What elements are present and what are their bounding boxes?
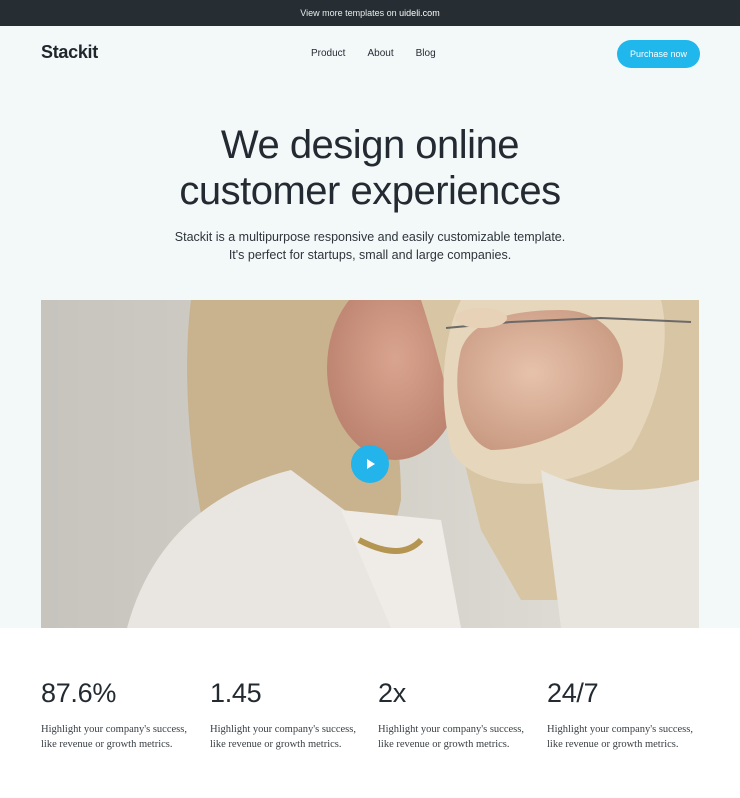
logo[interactable]: Stackit xyxy=(41,42,98,63)
nav-menu: Product About Blog xyxy=(311,48,436,59)
stat-item: 24/7 Highlight your company's success, l… xyxy=(547,678,707,752)
stat-description-line-2: like revenue or growth metrics. xyxy=(210,738,342,750)
hero-subtitle-line-2: It's perfect for startups, small and lar… xyxy=(228,248,512,262)
stat-description-line-1: Highlight your company's success, xyxy=(378,724,524,735)
stat-description: Highlight your company's success, like r… xyxy=(378,723,538,752)
announcement-link[interactable]: uideli.com xyxy=(399,8,440,18)
stat-item: 2x Highlight your company's success, lik… xyxy=(378,678,538,752)
stat-description-line-2: like revenue or growth metrics. xyxy=(378,738,510,750)
nav-item-product[interactable]: Product xyxy=(311,48,345,59)
play-icon[interactable] xyxy=(351,445,389,483)
stat-description: Highlight your company's success, like r… xyxy=(210,723,370,752)
stat-value: 2x xyxy=(378,678,406,708)
announcement-bar: View more templates on uideli.com xyxy=(0,0,740,26)
announcement-text: View more templates on xyxy=(300,8,400,18)
stats-section: 87.6% Highlight your company's success, … xyxy=(0,628,740,798)
hero-subtitle: Stackit is a multipurpose responsive and… xyxy=(0,228,740,264)
stat-description-line-1: Highlight your company's success, xyxy=(547,724,693,735)
nav-item-about[interactable]: About xyxy=(367,48,393,59)
stat-description-line-1: Highlight your company's success, xyxy=(210,724,356,735)
stat-item: 87.6% Highlight your company's success, … xyxy=(41,678,201,752)
nav-item-blog[interactable]: Blog xyxy=(416,48,436,59)
purchase-button[interactable]: Purchase now xyxy=(617,40,700,68)
hero-title-line-2: customer experiences xyxy=(179,169,561,213)
stat-description-line-2: like revenue or growth metrics. xyxy=(547,738,679,750)
stat-value: 24/7 xyxy=(547,678,599,708)
stat-description: Highlight your company's success, like r… xyxy=(547,723,707,752)
hero-video[interactable] xyxy=(41,300,699,628)
stat-value: 1.45 xyxy=(210,678,262,708)
stat-item: 1.45 Highlight your company's success, l… xyxy=(210,678,370,752)
stat-value: 87.6% xyxy=(41,678,117,708)
stat-description-line-1: Highlight your company's success, xyxy=(41,724,187,735)
navbar: Stackit Product About Blog Purchase now xyxy=(0,26,740,82)
hero-title: We design online customer experiences xyxy=(0,122,740,214)
hero-title-line-1: We design online xyxy=(220,123,520,167)
stat-description-line-2: like revenue or growth metrics. xyxy=(41,738,173,750)
stat-description: Highlight your company's success, like r… xyxy=(41,723,201,752)
hero-subtitle-line-1: Stackit is a multipurpose responsive and… xyxy=(174,230,566,244)
